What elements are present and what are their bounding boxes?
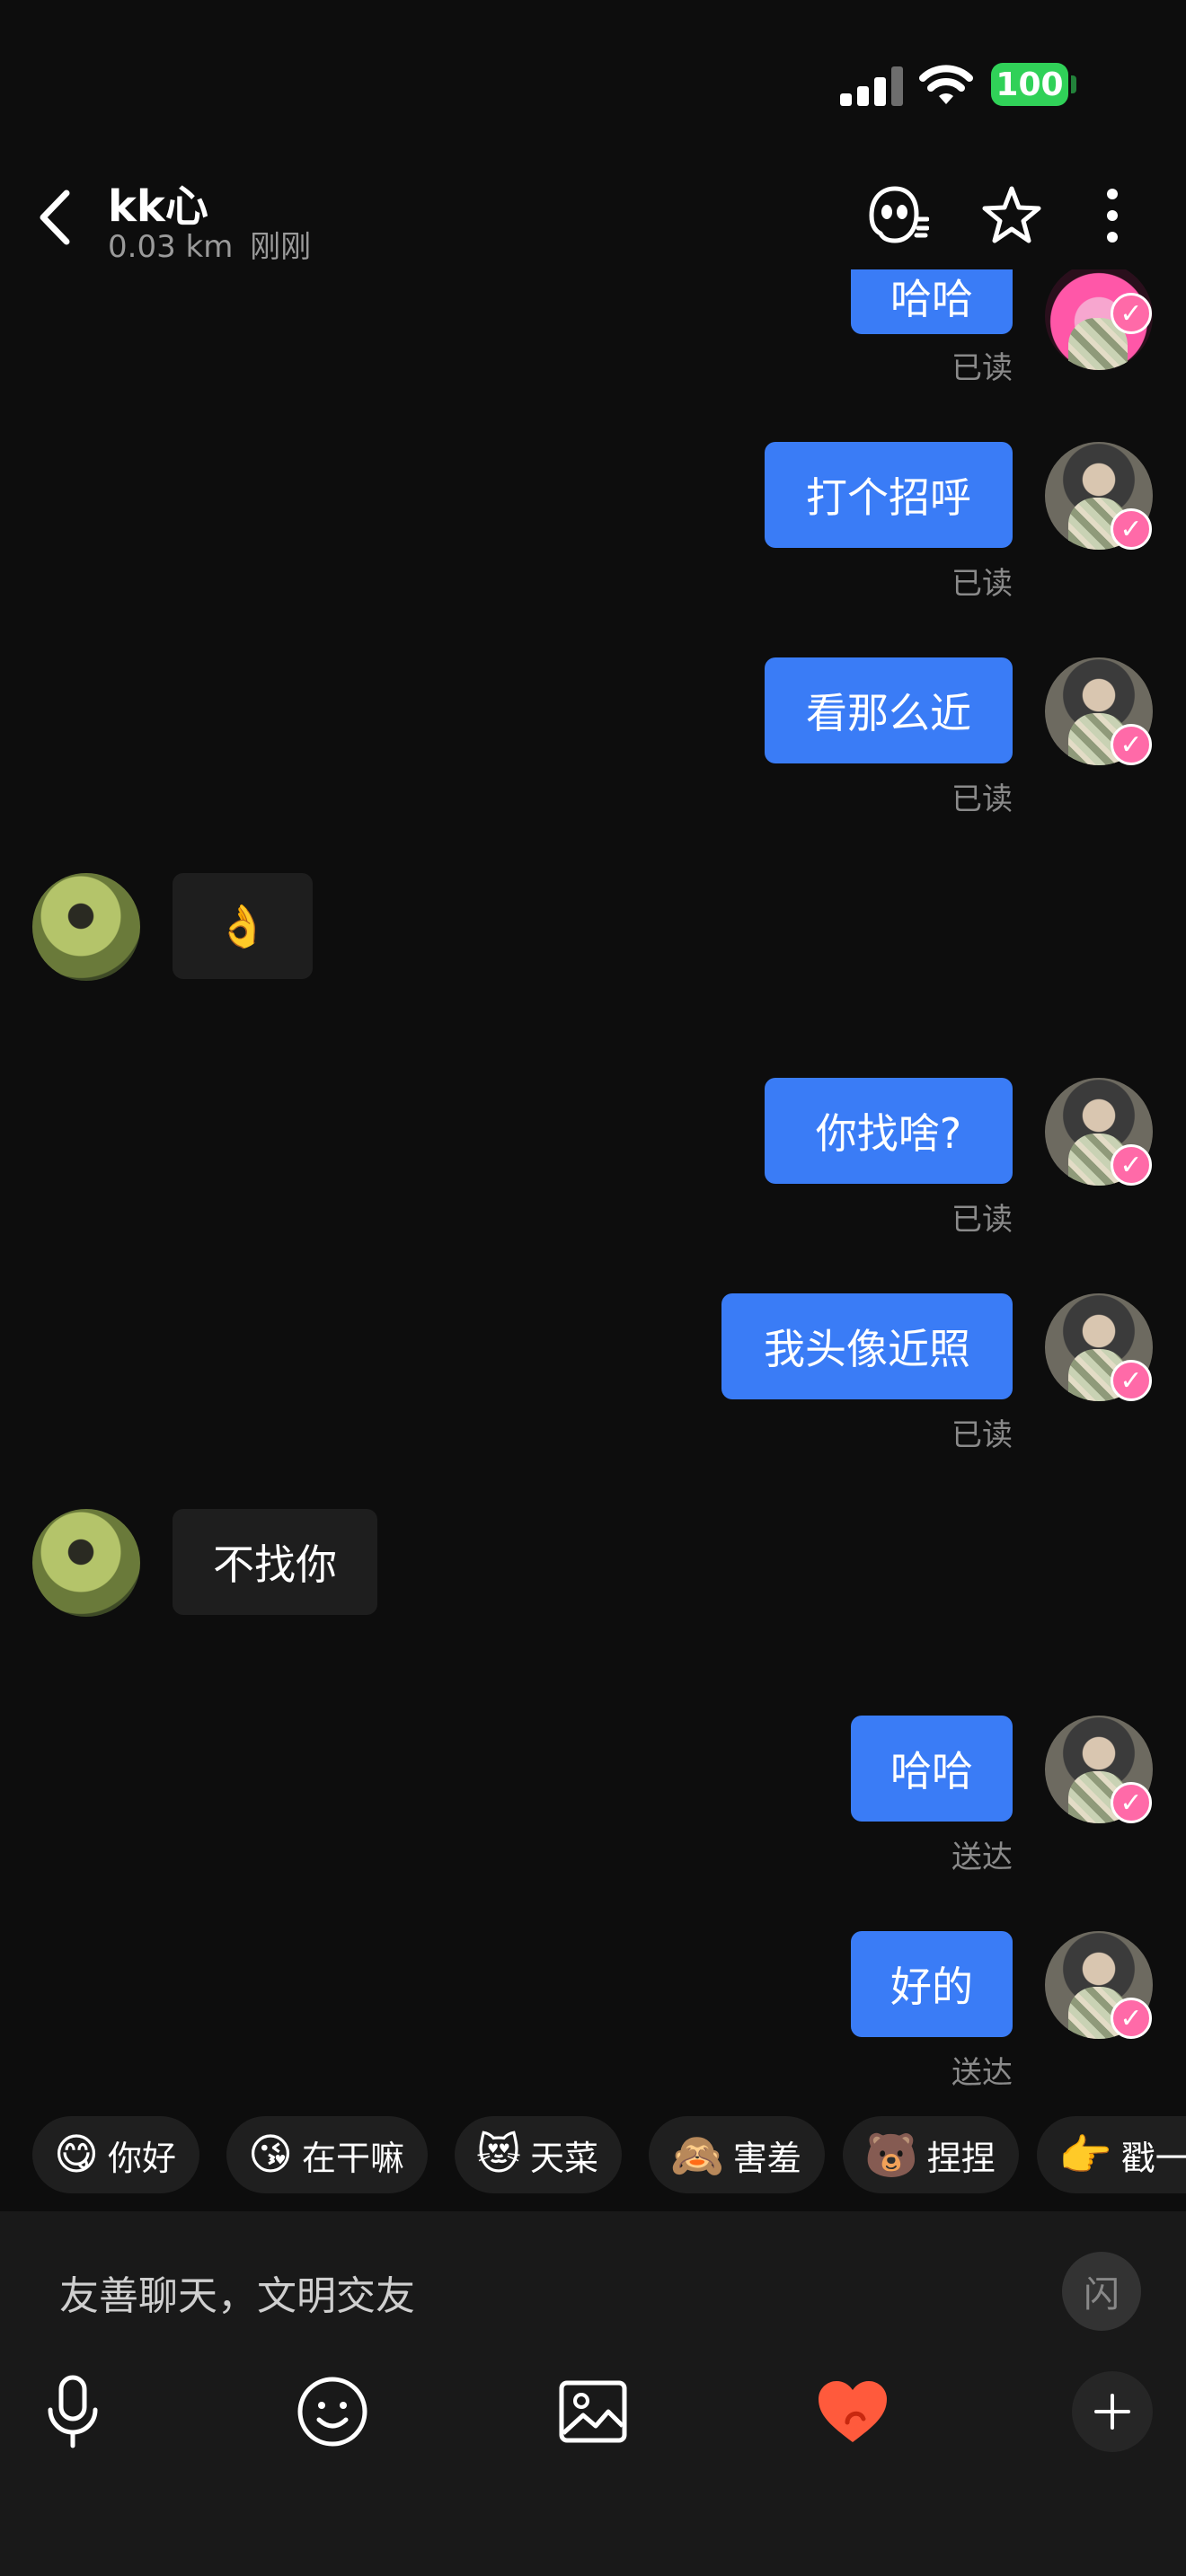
quick-reply-chip[interactable]: 🐻 捏捏: [843, 2116, 1019, 2193]
verified-badge-icon: ✓: [1111, 1782, 1152, 1823]
verified-badge-icon: ✓: [1111, 1998, 1152, 2039]
last-seen-text: 刚刚: [250, 229, 312, 265]
quick-reply-chip[interactable]: 😋 你好: [32, 2116, 200, 2193]
flash-photo-button[interactable]: 闪: [1062, 2252, 1141, 2331]
message-list[interactable]: 哈哈 已读 ✓ 打个招呼 已读 ✓ 看那么近 已读 ✓ 👌 你找啥? 已读 ✓ …: [0, 269, 1186, 2102]
cat-heart-eyes-icon: 😻: [476, 2130, 522, 2180]
contact-avatar[interactable]: [32, 1509, 140, 1617]
message-bubble[interactable]: 你找啥?: [765, 1078, 1013, 1184]
verified-badge-icon: ✓: [1111, 1144, 1152, 1186]
verified-badge-icon: ✓: [1111, 508, 1152, 550]
bear-icon: 🐻: [864, 2130, 918, 2181]
read-status: 已读: [951, 1417, 1013, 1453]
verified-badge-icon: ✓: [1111, 1360, 1152, 1401]
anonymous-mask-icon[interactable]: [864, 183, 929, 248]
more-options-icon[interactable]: [1080, 183, 1145, 248]
more-tools-button[interactable]: [1072, 2371, 1153, 2452]
verified-badge-icon: ✓: [1111, 293, 1152, 334]
message-bubble[interactable]: 不找你: [173, 1509, 377, 1615]
cellular-signal-icon: [840, 66, 903, 106]
message-bubble[interactable]: 看那么近: [765, 657, 1013, 763]
image-button[interactable]: [553, 2371, 633, 2452]
message-bubble[interactable]: 哈哈: [851, 1716, 1013, 1822]
wifi-icon: [919, 65, 973, 104]
distance-text: 0.03 km: [108, 229, 234, 265]
message-bubble[interactable]: 哈哈: [851, 269, 1013, 334]
delivery-status: 送达: [951, 1839, 1013, 1875]
message-input[interactable]: 友善聊天，文明交友: [59, 2263, 415, 2321]
pointing-hand-icon: 👉: [1058, 2130, 1112, 2181]
chip-label: 戳一: [1120, 2138, 1186, 2178]
quick-reply-chip[interactable]: 😘 在干嘛: [226, 2116, 429, 2193]
emoji-button[interactable]: [292, 2371, 373, 2452]
plus-icon: [1094, 2394, 1130, 2430]
voice-button[interactable]: [32, 2371, 113, 2452]
message-bubble[interactable]: 打个招呼: [765, 442, 1013, 548]
smiley-face-icon: [297, 2377, 367, 2447]
back-arrow-icon[interactable]: [32, 186, 77, 249]
chip-label: 你好: [108, 2138, 177, 2178]
read-status: 已读: [951, 1202, 1013, 1238]
status-bar: 100: [0, 0, 1186, 171]
chip-label: 害羞: [732, 2138, 801, 2178]
read-status: 已读: [951, 566, 1013, 602]
gift-heart-button[interactable]: [812, 2371, 893, 2452]
read-status: 已读: [951, 350, 1013, 386]
chat-subtitle: 0.03 km 刚刚: [108, 222, 311, 266]
read-status: 已读: [951, 781, 1013, 817]
message-bubble[interactable]: 好的: [851, 1931, 1013, 2037]
message-bubble[interactable]: 👌: [173, 873, 313, 979]
chip-label: 捏捏: [926, 2138, 996, 2178]
battery-indicator: 100: [991, 63, 1068, 106]
quick-reply-chip[interactable]: 😻 天菜: [455, 2116, 623, 2193]
message-bubble[interactable]: 我头像近照: [721, 1293, 1013, 1399]
image-icon: [559, 2380, 627, 2443]
chip-label: 在干嘛: [302, 2138, 405, 2178]
quick-reply-chip[interactable]: 🙈 害羞: [649, 2116, 825, 2193]
star-icon[interactable]: [979, 183, 1044, 248]
microphone-icon: [48, 2375, 98, 2448]
battery-tip: [1071, 75, 1076, 93]
verified-badge-icon: ✓: [1111, 724, 1152, 765]
quick-reply-chip[interactable]: 👉 戳一: [1037, 2116, 1186, 2193]
grinning-face-icon: 😋: [54, 2130, 100, 2180]
kissing-face-icon: 😘: [248, 2130, 294, 2180]
shy-monkey-icon: 🙈: [670, 2130, 724, 2181]
contact-avatar[interactable]: [32, 873, 140, 981]
delivery-status: 送达: [951, 2055, 1013, 2091]
chip-label: 天菜: [530, 2138, 599, 2178]
heart-icon: [819, 2381, 887, 2442]
